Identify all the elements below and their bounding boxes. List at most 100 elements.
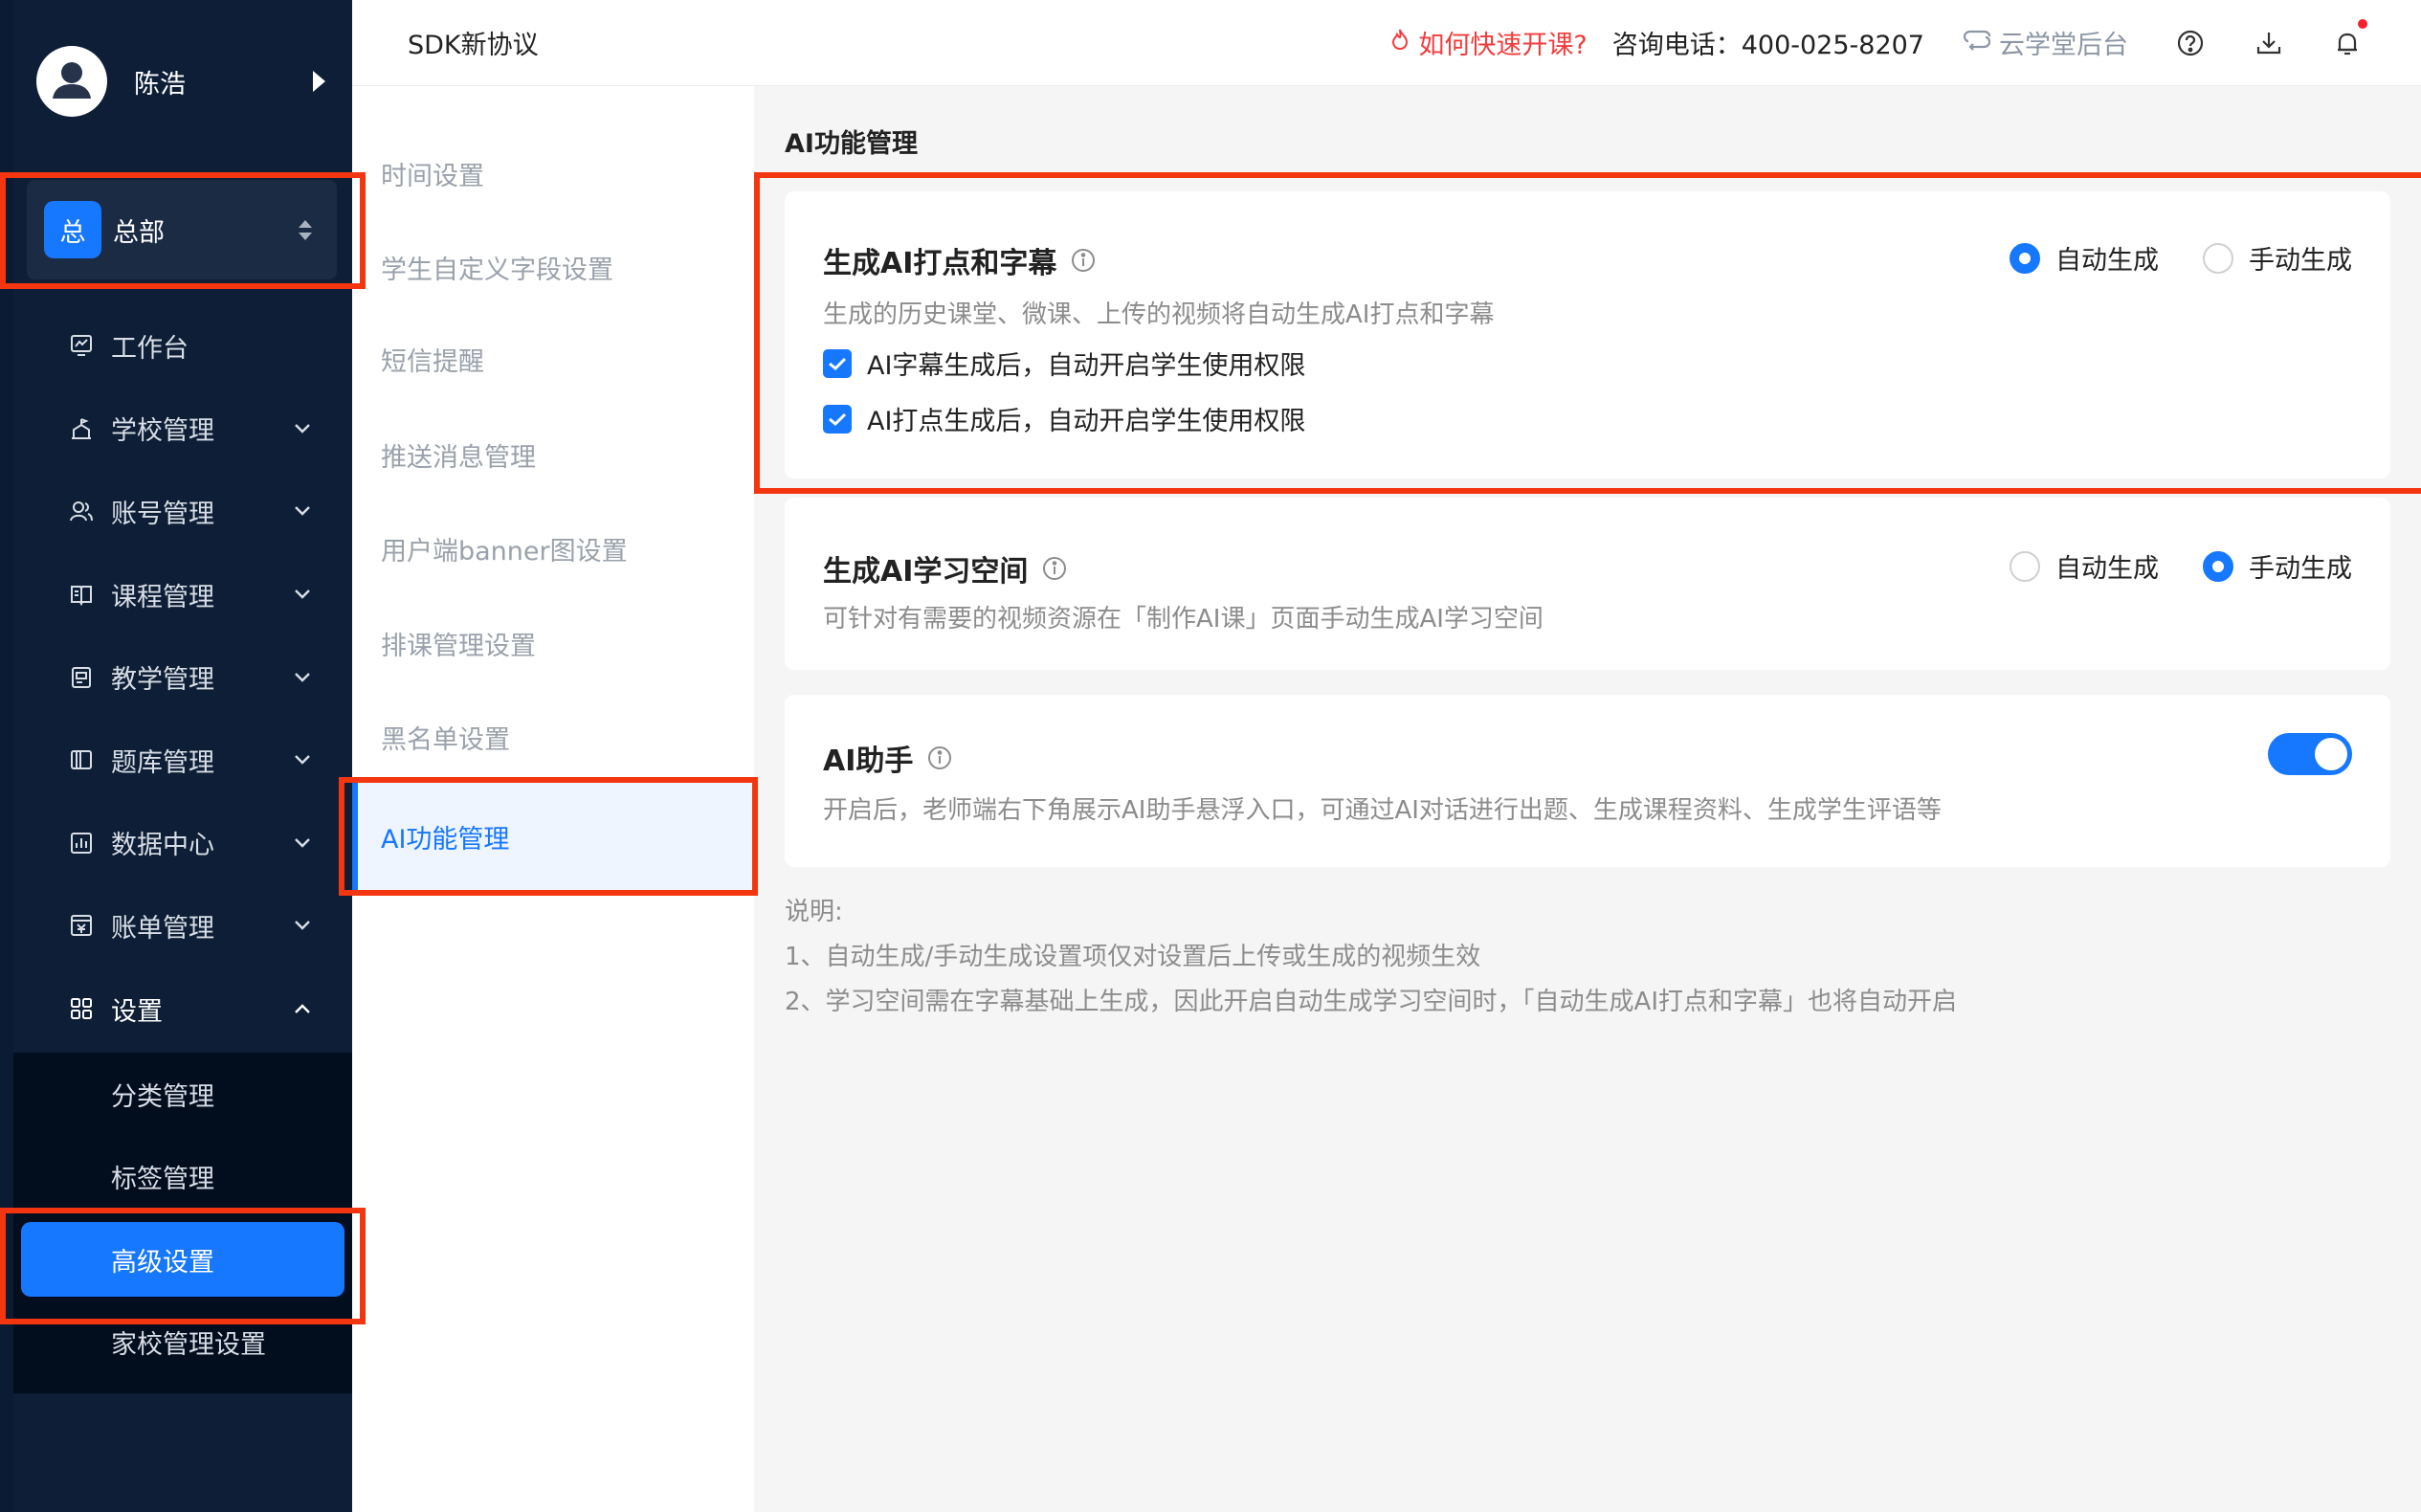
sidebar: 陈浩 总 总部 工作台 学校管理 账号管理 课程管理 教学管理 题库管理 数据中… [0, 0, 352, 1512]
nav-label: 账单管理 [111, 913, 214, 944]
section-title: AI功能管理 [785, 129, 918, 159]
nav-label: 教学管理 [111, 665, 214, 696]
chevron-down-icon [291, 748, 314, 771]
subtitle-permission-checkbox[interactable]: AI字幕生成后，自动开启学生使用权限 [823, 345, 1305, 382]
avatar [36, 46, 107, 117]
notes-heading: 说明: [785, 898, 843, 926]
radio-label: 手动生成 [2249, 554, 2352, 584]
nav-item-question-bank[interactable]: 题库管理 [13, 719, 352, 802]
sub-item-home-school[interactable]: 家校管理设置 [13, 1301, 352, 1384]
chevron-down-icon [291, 832, 314, 855]
backend-label: 云学堂后台 [1999, 31, 2128, 60]
nav-item-teaching[interactable]: 教学管理 [13, 635, 352, 719]
menu-item-blacklist[interactable]: 黑名单设置 [352, 690, 754, 784]
card-description: 开启后，老师端右下角展示AI助手悬浮入口，可通过AI对话进行出题、生成课程资料、… [823, 796, 1942, 825]
download-icon[interactable] [2253, 27, 2285, 59]
nav-menu: 工作台 学校管理 账号管理 课程管理 教学管理 题库管理 数据中心 账单管理 设… [13, 304, 352, 1050]
ai-space-title: 生成AI学习空间 [823, 555, 1029, 589]
nav-item-accounts[interactable]: 账号管理 [13, 470, 352, 553]
chevron-down-icon [291, 500, 314, 523]
top-header: SDK新协议 如何快速开课? 咨询电话：400-025-8207 云学堂后台 [352, 0, 2421, 86]
nav-item-courses[interactable]: 课程管理 [13, 553, 352, 636]
quick-start-label: 如何快速开课? [1418, 31, 1588, 60]
book-icon [67, 580, 96, 609]
radio-manual[interactable]: 手动生成 [2203, 547, 2352, 585]
radio-auto[interactable]: 自动生成 [2010, 239, 2159, 277]
notes: 说明: 1、自动生成/手动生成设置项仅对设置后上传或生成的视频生效 2、学习空间… [785, 890, 1957, 1025]
nav-item-school[interactable]: 学校管理 [13, 388, 352, 471]
nav-item-dashboard[interactable]: 工作台 [13, 304, 352, 388]
ai-subtitles-card: 生成AI打点和字幕 自动生成 手动生成 生成的历史课堂、微课、上传的视频将自动生… [785, 191, 2390, 478]
users-icon [67, 497, 96, 525]
notification-dot [2358, 18, 2367, 29]
chevron-down-icon [291, 914, 314, 937]
menu-item-push[interactable]: 推送消息管理 [352, 408, 754, 501]
settings-menu: 时间设置 学生自定义字段设置 短信提醒 推送消息管理 用户端banner图设置 … [352, 86, 754, 1512]
ai-learning-space-card: 生成AI学习空间 自动生成 手动生成 可针对有需要的视频资源在「制作AI课」页面… [785, 498, 2390, 670]
ai-subtitles-title: 生成AI打点和字幕 [823, 247, 1057, 280]
bell-icon[interactable] [2331, 18, 2367, 59]
nav-label: 工作台 [111, 333, 189, 364]
card-description: 生成的历史课堂、微课、上传的视频将自动生成AI打点和字幕 [823, 300, 1495, 329]
nav-label: 设置 [111, 996, 163, 1027]
ai-assistant-toggle[interactable] [2268, 733, 2352, 775]
user-name: 陈浩 [134, 69, 186, 100]
nav-item-data-center[interactable]: 数据中心 [13, 802, 352, 885]
checkbox-label: AI打点生成后，自动开启学生使用权限 [867, 407, 1306, 436]
help-icon[interactable] [2174, 27, 2207, 59]
chevron-up-icon [291, 997, 314, 1020]
menu-item-banner[interactable]: 用户端banner图设置 [352, 501, 754, 595]
org-badge: 总 [44, 201, 101, 258]
radio-auto[interactable]: 自动生成 [2010, 547, 2159, 585]
teaching-icon [67, 663, 96, 692]
generation-mode-radio: 自动生成 手动生成 [1966, 239, 2352, 277]
nav-label: 题库管理 [111, 747, 214, 778]
checkbox-checked-icon [823, 348, 852, 378]
menu-item-sms[interactable]: 短信提醒 [352, 312, 754, 406]
info-icon[interactable] [1041, 555, 1068, 582]
nav-item-bills[interactable]: 账单管理 [13, 884, 352, 967]
sort-arrows-icon [299, 219, 312, 240]
nav-label: 数据中心 [111, 831, 214, 861]
notes-line: 1、自动生成/手动生成设置项仅对设置后上传或生成的视频生效 [785, 943, 1481, 971]
menu-item-custom-fields[interactable]: 学生自定义字段设置 [352, 220, 754, 314]
bill-icon [67, 911, 96, 940]
switch-icon [1963, 28, 1991, 57]
chevron-down-icon [291, 583, 314, 606]
org-switcher[interactable]: 总 总部 [27, 180, 337, 279]
checkbox-checked-icon [823, 404, 852, 434]
menu-item-time[interactable]: 时间设置 [352, 126, 754, 220]
generation-mode-radio: 自动生成 手动生成 [1966, 547, 2352, 585]
quick-start-link[interactable]: 如何快速开课? [1389, 24, 1588, 61]
user-profile[interactable]: 陈浩 [36, 46, 333, 117]
marker-permission-checkbox[interactable]: AI打点生成后，自动开启学生使用权限 [823, 400, 1305, 437]
card-title: AI助手 [823, 737, 953, 779]
chevron-down-icon [291, 666, 314, 689]
header-actions: 如何快速开课? 咨询电话：400-025-8207 云学堂后台 [1389, 18, 2367, 61]
menu-item-ai[interactable]: AI功能管理 [352, 783, 754, 890]
info-icon[interactable] [926, 745, 953, 771]
settings-submenu: 分类管理 标签管理 高级设置 家校管理设置 [13, 1053, 352, 1393]
question-bank-icon [67, 745, 96, 774]
sub-item-advanced[interactable]: 高级设置 [21, 1222, 344, 1298]
menu-item-schedule[interactable]: 排课管理设置 [352, 596, 754, 690]
sub-item-categories[interactable]: 分类管理 [13, 1053, 352, 1136]
phone-number: 咨询电话：400-025-8207 [1611, 31, 1924, 60]
card-title: 生成AI打点和字幕 [823, 239, 1097, 281]
radio-manual[interactable]: 手动生成 [2203, 239, 2352, 277]
nav-item-settings[interactable]: 设置 [13, 967, 352, 1051]
radio-label: 自动生成 [2055, 554, 2159, 584]
chevron-down-icon [291, 417, 314, 440]
grid-icon [67, 994, 96, 1023]
backend-link[interactable]: 云学堂后台 [1963, 24, 2128, 61]
caret-right-icon[interactable] [313, 71, 325, 92]
sub-item-tags[interactable]: 标签管理 [13, 1136, 352, 1219]
main-content: AI功能管理 生成AI打点和字幕 自动生成 手动生成 生成的历史课堂、微课、上传… [754, 86, 2421, 1512]
notes-line: 2、学习空间需在字幕基础上生成，因此开启自动生成学习空间时，「自动生成AI打点和… [785, 988, 1957, 1016]
chart-icon [67, 829, 96, 857]
ai-assistant-title: AI助手 [823, 745, 914, 778]
nav-label: 课程管理 [111, 582, 214, 612]
page-title: SDK新协议 [408, 31, 539, 60]
info-icon[interactable] [1070, 247, 1097, 274]
nav-label: 账号管理 [111, 499, 214, 529]
